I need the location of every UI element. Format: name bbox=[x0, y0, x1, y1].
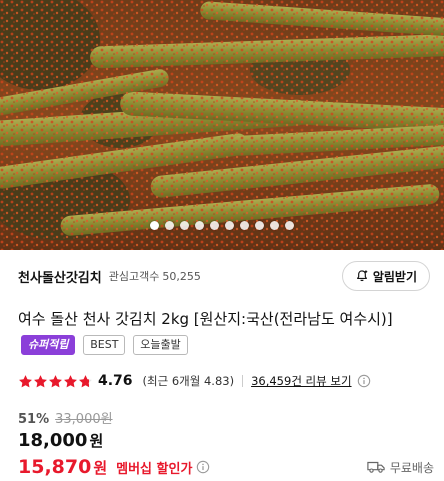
member-price-unit: 원 bbox=[93, 458, 108, 477]
star-icon bbox=[34, 374, 47, 387]
free-shipping: 무료배송 bbox=[367, 459, 434, 476]
carousel-dot[interactable] bbox=[270, 221, 279, 230]
interest-label: 관심고객수 bbox=[108, 270, 160, 283]
carousel-dot[interactable] bbox=[195, 221, 204, 230]
star-icon bbox=[64, 374, 77, 387]
shipping-label: 무료배송 bbox=[389, 460, 434, 475]
star-icon bbox=[19, 374, 32, 387]
truck-icon bbox=[367, 461, 385, 473]
discount-row: 51% 33,000원 bbox=[18, 408, 113, 427]
carousel-dot[interactable] bbox=[180, 221, 189, 230]
product-title-block: 여수 돌산 천사 갓김치 2kg [원산지:국산(전라남도 여수시)] 슈퍼적립… bbox=[18, 306, 432, 360]
info-icon[interactable] bbox=[357, 374, 371, 388]
original-price: 33,000원 bbox=[55, 412, 113, 427]
carousel-dot[interactable] bbox=[210, 221, 219, 230]
interest-number: 50,255 bbox=[162, 270, 201, 283]
carousel-dot[interactable] bbox=[150, 221, 159, 230]
sale-price-unit: 원 bbox=[89, 432, 104, 450]
sale-price: 18,000 bbox=[18, 430, 88, 451]
follow-label: 알림받기 bbox=[372, 269, 417, 284]
product-title: 여수 돌산 천사 갓김치 2kg [원산지:국산(전라남도 여수시)] bbox=[18, 310, 393, 328]
product-image[interactable] bbox=[0, 0, 444, 250]
info-icon[interactable] bbox=[196, 460, 210, 474]
sale-price-row: 18,000 원 bbox=[18, 430, 103, 451]
kimchi-photo bbox=[0, 0, 444, 250]
carousel-dot[interactable] bbox=[165, 221, 174, 230]
today-shipping-badge: 오늘출발 bbox=[133, 334, 188, 355]
recent-rating: (최근 6개월 4.83) bbox=[142, 374, 235, 388]
follow-button[interactable]: 알림받기 bbox=[341, 261, 430, 291]
rating-row: 4.76 (최근 6개월 4.83) 36,459건 리뷰 보기 bbox=[18, 371, 430, 391]
seller-name[interactable]: 천사돌산갓김치 bbox=[18, 267, 102, 286]
star-icon bbox=[79, 374, 92, 387]
carousel-dot[interactable] bbox=[240, 221, 249, 230]
member-discount-label: 멤버십 할인가 bbox=[116, 461, 193, 477]
bell-plus-icon bbox=[356, 270, 368, 282]
reviews-link[interactable]: 36,459건 리뷰 보기 bbox=[251, 373, 351, 389]
super-reward-badge: 슈퍼적립 bbox=[21, 334, 76, 355]
carousel-dot[interactable] bbox=[225, 221, 234, 230]
star-icon bbox=[49, 374, 62, 387]
member-price-row: 15,870 원 멤버십 할인가 무료배송 bbox=[18, 455, 434, 479]
carousel-dot[interactable] bbox=[285, 221, 294, 230]
discount-rate: 51% bbox=[18, 412, 50, 427]
seller-row: 천사돌산갓김치 관심고객수 50,255 알림받기 bbox=[18, 260, 430, 292]
interest-count: 관심고객수 50,255 bbox=[109, 268, 201, 284]
rating-score: 4.76 bbox=[98, 373, 133, 389]
member-price: 15,870 bbox=[18, 456, 92, 478]
carousel-dot[interactable] bbox=[255, 221, 264, 230]
divider bbox=[242, 375, 244, 387]
carousel-indicator[interactable] bbox=[0, 221, 444, 233]
best-badge: BEST bbox=[83, 334, 126, 355]
star-rating bbox=[18, 374, 93, 389]
